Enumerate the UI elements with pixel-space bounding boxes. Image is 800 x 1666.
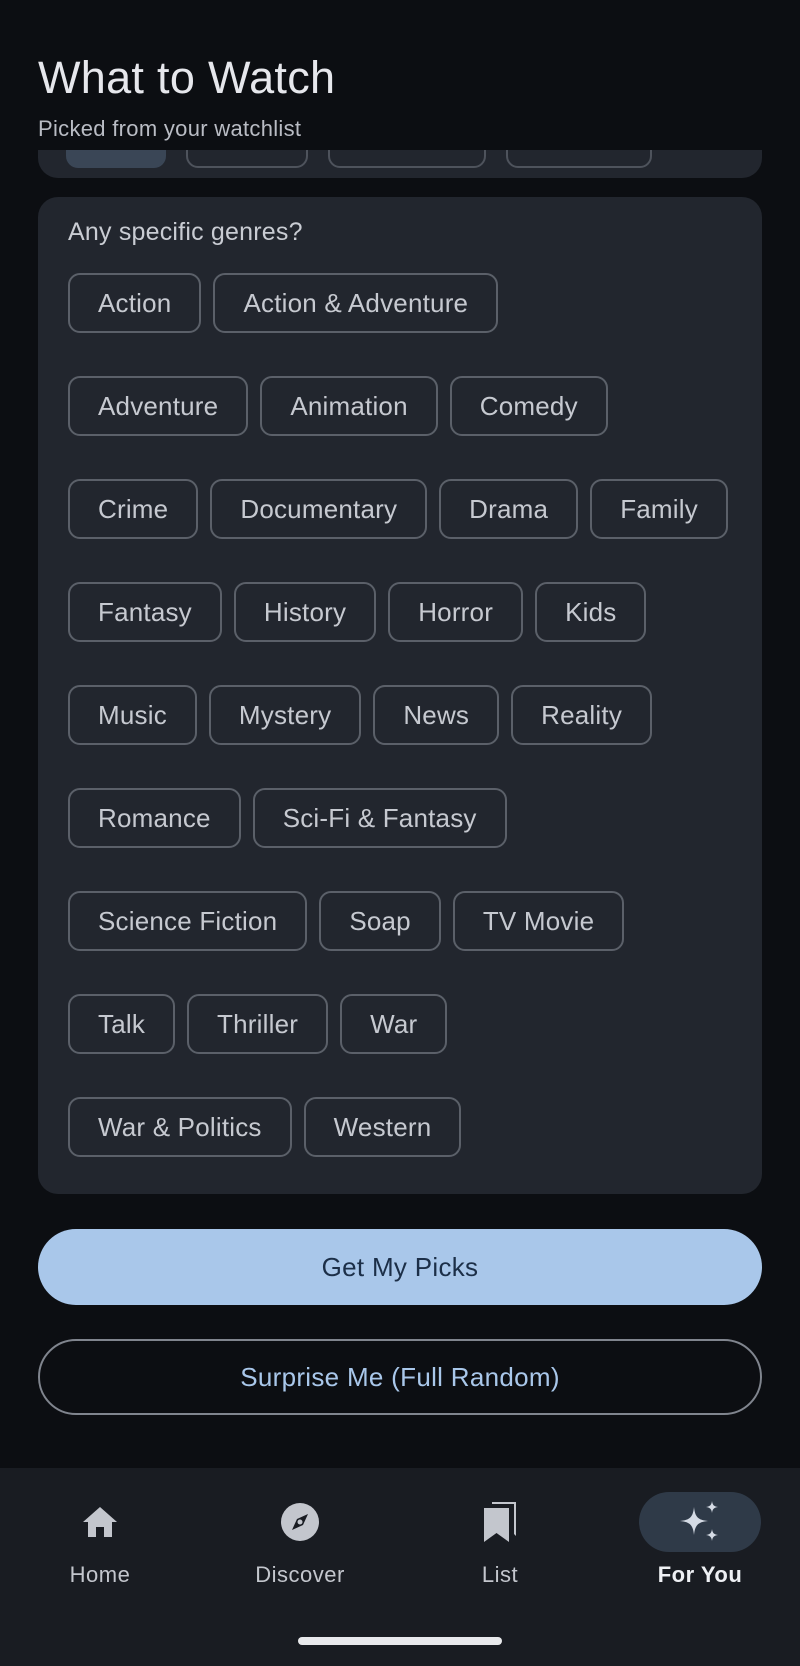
genre-chip[interactable]: News <box>373 685 500 745</box>
genre-chip-row: Fantasy History Horror Kids <box>68 582 732 642</box>
genre-chip[interactable]: Comedy <box>449 376 608 436</box>
genre-chip-row: Science Fiction Soap TV Movie <box>68 891 732 951</box>
genre-chip[interactable]: Sci-Fi & Fantasy <box>252 788 507 848</box>
nav-label-home: Home <box>69 1562 131 1587</box>
genre-chip[interactable]: Science Fiction <box>68 891 308 951</box>
genre-chip-row: Romance Sci-Fi & Fantasy <box>68 788 732 848</box>
genre-chip[interactable]: Reality <box>511 685 653 745</box>
nav-label-for-you: For You <box>657 1562 743 1587</box>
genre-chip[interactable]: Thriller <box>187 994 329 1054</box>
genre-chip[interactable]: Action <box>68 273 202 333</box>
genre-chip[interactable]: History <box>233 582 377 642</box>
nav-item-discover[interactable]: Discover <box>200 1468 400 1608</box>
genre-chip-row: War & Politics Western <box>68 1097 732 1157</box>
genre-chip[interactable]: War & Politics <box>68 1097 292 1157</box>
genre-chip[interactable]: Kids <box>535 582 647 642</box>
genre-chip[interactable]: Horror <box>388 582 524 642</box>
compass-icon <box>239 1492 361 1552</box>
nav-item-list[interactable]: List <box>400 1468 600 1608</box>
nav-label-list: List <box>481 1562 519 1587</box>
genre-chip[interactable]: War <box>340 994 448 1054</box>
genre-chip[interactable]: Action & Adventure <box>213 273 499 333</box>
genre-chip[interactable]: Mystery <box>208 685 362 745</box>
nav-label-discover: Discover <box>255 1562 345 1587</box>
nav-item-home[interactable]: Home <box>0 1468 200 1608</box>
genre-chip[interactable]: Drama <box>439 479 579 539</box>
bookmarks-icon <box>439 1492 561 1552</box>
app-header: What to Watch Picked from your watchlist <box>0 0 800 150</box>
page-title: What to Watch <box>38 52 336 103</box>
sparkle-icon <box>639 1492 761 1552</box>
genre-question: Any specific genres? <box>68 218 303 246</box>
genre-chip[interactable]: Western <box>303 1097 462 1157</box>
genre-chip[interactable]: Family <box>590 479 728 539</box>
genre-chip[interactable]: Soap <box>319 891 441 951</box>
genre-chip[interactable]: Music <box>68 685 197 745</box>
genre-chip[interactable]: Animation <box>260 376 438 436</box>
genre-chip[interactable]: Talk <box>68 994 176 1054</box>
genre-chip-row: Adventure Animation Comedy <box>68 376 732 436</box>
page-subtitle: Picked from your watchlist <box>38 116 302 141</box>
app-screen: What to Watch Picked from your watchlist… <box>0 0 800 1666</box>
genre-chip-group: Action Action & Adventure Adventure Animati… <box>68 273 732 1157</box>
genre-filter-card: Any specific genres? Action Action & Adve… <box>38 197 762 1194</box>
genre-chip[interactable]: Adventure <box>68 376 249 436</box>
home-icon <box>39 1492 161 1552</box>
home-indicator <box>298 1637 502 1645</box>
genre-chip[interactable]: TV Movie <box>452 891 625 951</box>
genre-chip-row: Talk Thriller War <box>68 994 732 1054</box>
genre-chip-row: Action Action & Adventure <box>68 273 732 333</box>
genre-chip[interactable]: Documentary <box>210 479 428 539</box>
nav-item-for-you[interactable]: For You <box>600 1468 800 1608</box>
genre-chip[interactable]: Fantasy <box>68 582 222 642</box>
genre-chip[interactable]: Crime <box>68 479 199 539</box>
surprise-me-button[interactable]: Surprise Me (Full Random) <box>38 1339 762 1415</box>
genre-chip[interactable]: Romance <box>68 788 241 848</box>
genre-chip-row: Crime Documentary Drama Family <box>68 479 732 539</box>
get-my-picks-button[interactable]: Get My Picks <box>38 1229 762 1305</box>
genre-chip-row: Music Mystery News Reality <box>68 685 732 745</box>
